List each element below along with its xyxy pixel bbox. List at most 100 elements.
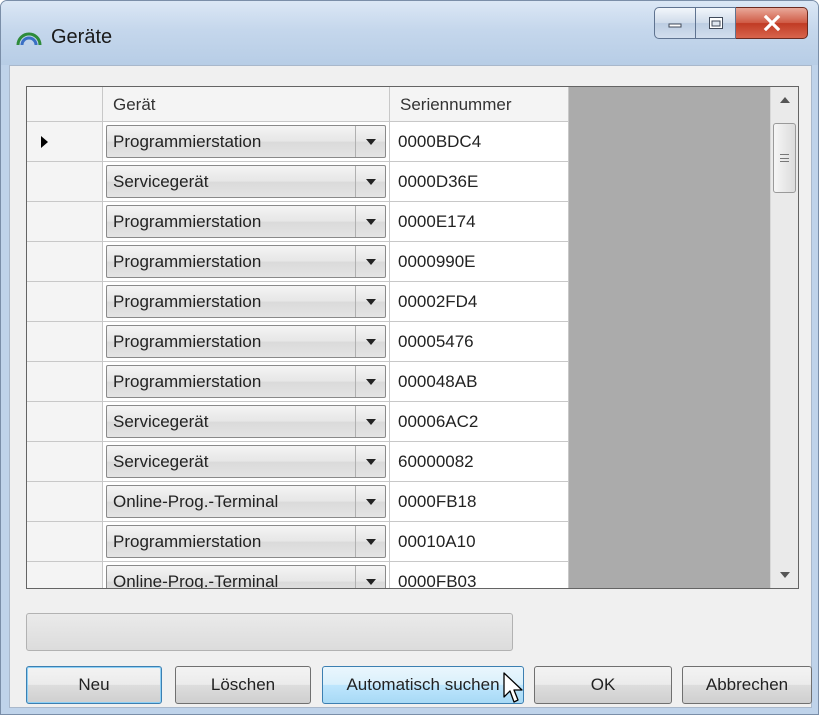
- client-area: Gerät Seriennummer Programmierstation 000…: [9, 65, 812, 708]
- device-combobox[interactable]: Servicegerät: [106, 405, 386, 438]
- device-combobox[interactable]: Programmierstation: [106, 325, 386, 358]
- grip-icon: [780, 154, 789, 162]
- dropdown-button[interactable]: [355, 406, 385, 437]
- row-header[interactable]: [27, 522, 103, 562]
- device-cell: Programmierstation: [103, 202, 390, 242]
- row-header[interactable]: [27, 202, 103, 242]
- serial-cell[interactable]: 0000990E: [390, 242, 569, 282]
- ok-button[interactable]: OK: [534, 666, 672, 704]
- serial-cell[interactable]: 0000FB18: [390, 482, 569, 522]
- serial-cell[interactable]: 00002FD4: [390, 282, 569, 322]
- device-combobox[interactable]: Servicegerät: [106, 445, 386, 478]
- dropdown-button[interactable]: [355, 526, 385, 557]
- row-header[interactable]: [27, 362, 103, 402]
- device-combobox[interactable]: Programmierstation: [106, 205, 386, 238]
- column-header-device[interactable]: Gerät: [103, 87, 390, 122]
- title-bar[interactable]: Geräte: [1, 1, 818, 65]
- chevron-down-icon: [365, 218, 376, 225]
- table-row[interactable]: Servicegerät 60000082: [27, 442, 569, 482]
- dropdown-button[interactable]: [355, 446, 385, 477]
- close-icon: [763, 15, 780, 31]
- device-combobox[interactable]: Online-Prog.-Terminal: [106, 485, 386, 518]
- dropdown-button[interactable]: [355, 326, 385, 357]
- serial-cell[interactable]: 0000D36E: [390, 162, 569, 202]
- device-combobox[interactable]: Programmierstation: [106, 525, 386, 558]
- serial-cell[interactable]: 60000082: [390, 442, 569, 482]
- row-header[interactable]: [27, 322, 103, 362]
- cancel-button[interactable]: Abbrechen: [682, 666, 812, 704]
- dropdown-button[interactable]: [355, 206, 385, 237]
- close-button[interactable]: [736, 7, 808, 39]
- device-combobox[interactable]: Online-Prog.-Terminal: [106, 565, 386, 588]
- chevron-down-icon: [365, 138, 376, 145]
- serial-cell[interactable]: 000048AB: [390, 362, 569, 402]
- grid-header: Gerät Seriennummer: [27, 87, 569, 122]
- row-header[interactable]: [27, 122, 103, 162]
- dropdown-button[interactable]: [355, 286, 385, 317]
- new-button[interactable]: Neu: [26, 666, 162, 704]
- device-combobox[interactable]: Programmierstation: [106, 365, 386, 398]
- scroll-down-button[interactable]: [771, 562, 798, 588]
- row-header[interactable]: [27, 162, 103, 202]
- chevron-down-icon: [365, 578, 376, 585]
- serial-cell[interactable]: 0000FB03: [390, 562, 569, 588]
- row-header[interactable]: [27, 282, 103, 322]
- table-row[interactable]: Programmierstation 000048AB: [27, 362, 569, 402]
- dropdown-button[interactable]: [355, 126, 385, 157]
- dropdown-button[interactable]: [355, 246, 385, 277]
- progress-bar: [26, 613, 513, 651]
- device-grid[interactable]: Gerät Seriennummer Programmierstation 000…: [26, 86, 799, 589]
- table-row[interactable]: Programmierstation 00005476: [27, 322, 569, 362]
- minimize-button[interactable]: [654, 7, 696, 39]
- dropdown-button[interactable]: [355, 166, 385, 197]
- row-header[interactable]: [27, 402, 103, 442]
- table-row[interactable]: Servicegerät 0000D36E: [27, 162, 569, 202]
- row-header[interactable]: [27, 242, 103, 282]
- serial-cell[interactable]: 0000E174: [390, 202, 569, 242]
- dropdown-button[interactable]: [355, 366, 385, 397]
- row-header[interactable]: [27, 482, 103, 522]
- auto-search-button[interactable]: Automatisch suchen: [322, 666, 524, 704]
- device-combobox[interactable]: Programmierstation: [106, 125, 386, 158]
- device-value: Programmierstation: [113, 211, 262, 231]
- device-cell: Programmierstation: [103, 522, 390, 562]
- dropdown-button[interactable]: [355, 566, 385, 588]
- device-combobox[interactable]: Servicegerät: [106, 165, 386, 198]
- rainbow-arc-icon: [16, 32, 42, 46]
- chevron-down-icon: [365, 498, 376, 505]
- table-row[interactable]: Programmierstation 0000E174: [27, 202, 569, 242]
- device-value: Servicegerät: [113, 411, 209, 431]
- device-value: Servicegerät: [113, 171, 209, 191]
- serial-cell[interactable]: 00006AC2: [390, 402, 569, 442]
- vertical-scrollbar[interactable]: [770, 87, 798, 588]
- row-header[interactable]: [27, 442, 103, 482]
- table-row[interactable]: Servicegerät 00006AC2: [27, 402, 569, 442]
- maximize-icon: [708, 17, 723, 29]
- serial-cell[interactable]: 00005476: [390, 322, 569, 362]
- chevron-down-icon: [365, 298, 376, 305]
- table-row[interactable]: Online-Prog.-Terminal 0000FB03: [27, 562, 569, 588]
- device-combobox[interactable]: Programmierstation: [106, 285, 386, 318]
- column-header-serial[interactable]: Seriennummer: [390, 87, 569, 122]
- device-cell: Servicegerät: [103, 402, 390, 442]
- device-cell: Online-Prog.-Terminal: [103, 562, 390, 588]
- dropdown-button[interactable]: [355, 486, 385, 517]
- table-row[interactable]: Programmierstation 0000BDC4: [27, 122, 569, 162]
- table-row[interactable]: Programmierstation 00010A10: [27, 522, 569, 562]
- device-value: Programmierstation: [113, 251, 262, 271]
- maximize-button[interactable]: [696, 7, 736, 39]
- scroll-thumb[interactable]: [773, 123, 796, 193]
- device-cell: Online-Prog.-Terminal: [103, 482, 390, 522]
- chevron-down-icon: [365, 458, 376, 465]
- serial-cell[interactable]: 0000BDC4: [390, 122, 569, 162]
- delete-button[interactable]: Löschen: [175, 666, 311, 704]
- table-row[interactable]: Programmierstation 0000990E: [27, 242, 569, 282]
- serial-cell[interactable]: 00010A10: [390, 522, 569, 562]
- row-header[interactable]: [27, 562, 103, 588]
- row-header-corner[interactable]: [27, 87, 103, 122]
- device-value: Programmierstation: [113, 291, 262, 311]
- table-row[interactable]: Programmierstation 00002FD4: [27, 282, 569, 322]
- device-combobox[interactable]: Programmierstation: [106, 245, 386, 278]
- scroll-up-button[interactable]: [771, 87, 798, 113]
- table-row[interactable]: Online-Prog.-Terminal 0000FB18: [27, 482, 569, 522]
